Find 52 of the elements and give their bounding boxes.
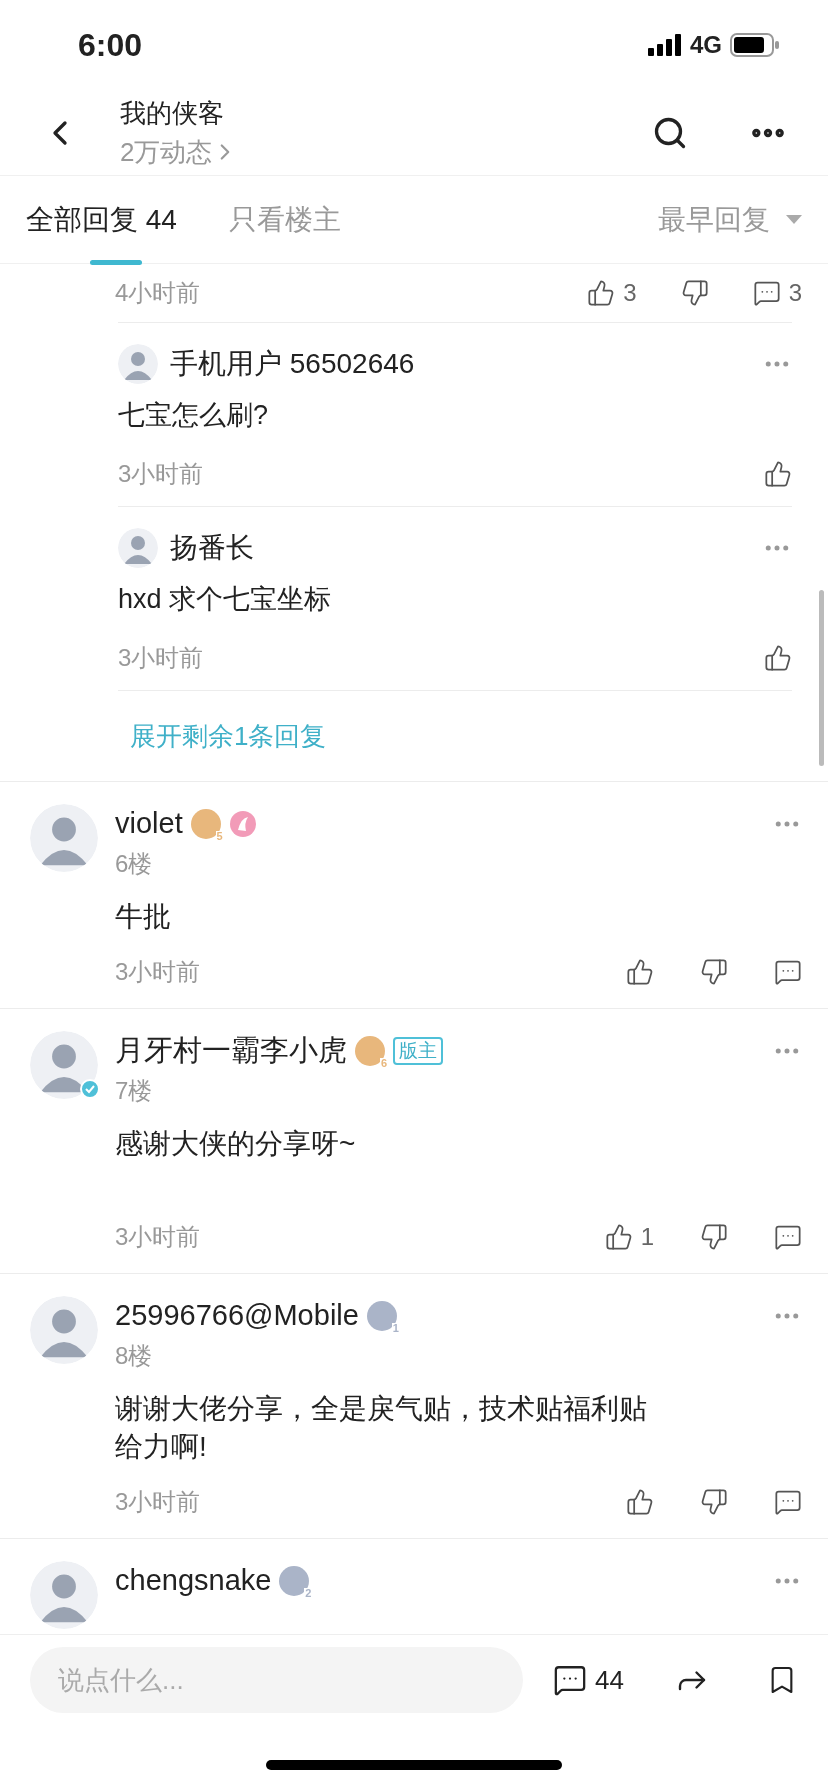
thumbs-up-icon[interactable] — [626, 958, 654, 986]
time-label: 3小时前 — [115, 1222, 202, 1252]
floor-label: 6楼 — [115, 849, 154, 879]
comment-icon[interactable] — [553, 1663, 588, 1697]
reply-text: hxd 求个七宝坐标 — [118, 583, 333, 616]
user-name[interactable]: 扬番长 — [170, 527, 750, 569]
thumbs-up-icon[interactable] — [604, 1223, 633, 1251]
level-badge: 1 — [366, 1301, 397, 1331]
count: 3 — [623, 278, 637, 308]
battery-icon — [730, 33, 780, 57]
floor-label: 7楼 — [115, 1076, 154, 1106]
comment-text: 牛批 — [115, 900, 172, 934]
thumbs-down-icon[interactable] — [680, 279, 709, 307]
user-name[interactable]: 月牙村一霸李小虎 — [115, 1029, 347, 1073]
status-time: 6:00 — [78, 26, 143, 65]
count: 3 — [788, 278, 802, 308]
comment-icon[interactable] — [752, 279, 781, 307]
thumbs-up-icon[interactable] — [626, 1488, 654, 1516]
time-label: 3小时前 — [118, 458, 205, 489]
comment-icon[interactable] — [774, 958, 802, 986]
comment-input[interactable]: 说点什么... — [30, 1647, 524, 1713]
moderator-tag: 版主 — [393, 1037, 443, 1065]
thumbs-down-icon[interactable] — [700, 1488, 728, 1516]
page-title: 我的侠客 — [120, 96, 225, 130]
level-badge: 2 — [279, 1566, 310, 1596]
network-label: 4G — [690, 30, 722, 60]
tab[interactable]: 全部回复 44 — [26, 176, 177, 263]
user-name[interactable]: violet — [115, 802, 183, 846]
caret-icon — [786, 214, 802, 225]
thumbs-up-icon[interactable] — [764, 459, 792, 488]
floor-label: 8楼 — [115, 1341, 154, 1371]
signal-icon — [648, 34, 682, 56]
thumbs-up-icon[interactable] — [587, 279, 616, 307]
comment-icon[interactable] — [774, 1223, 802, 1251]
thumbs-down-icon[interactable] — [700, 958, 728, 986]
time-label: 3小时前 — [115, 1487, 202, 1517]
time-label: 3小时前 — [115, 957, 202, 987]
thumbs-up-icon[interactable] — [764, 643, 792, 672]
comment-text: 谢谢大佬分享，全是戾气贴，技术贴福利贴给力啊! — [115, 1392, 648, 1464]
user-name[interactable]: 25996766@Mobile — [115, 1294, 359, 1338]
user-name[interactable]: chengsnake — [115, 1559, 272, 1603]
comment-count: 44 — [595, 1663, 624, 1697]
time-label: 4小时前 — [115, 278, 202, 308]
thumbs-down-icon[interactable] — [700, 1223, 728, 1251]
level-badge: 5 — [190, 809, 221, 839]
time-label: 3小时前 — [118, 642, 205, 673]
user-name[interactable]: 手机用户 56502646 — [170, 343, 750, 385]
comment-text: 感谢大侠的分享呀~ — [115, 1127, 357, 1161]
count: 1 — [640, 1222, 654, 1252]
comment-icon[interactable] — [774, 1488, 802, 1516]
reply-text: 七宝怎么刷? — [118, 399, 270, 432]
level-badge: 6 — [355, 1036, 385, 1066]
